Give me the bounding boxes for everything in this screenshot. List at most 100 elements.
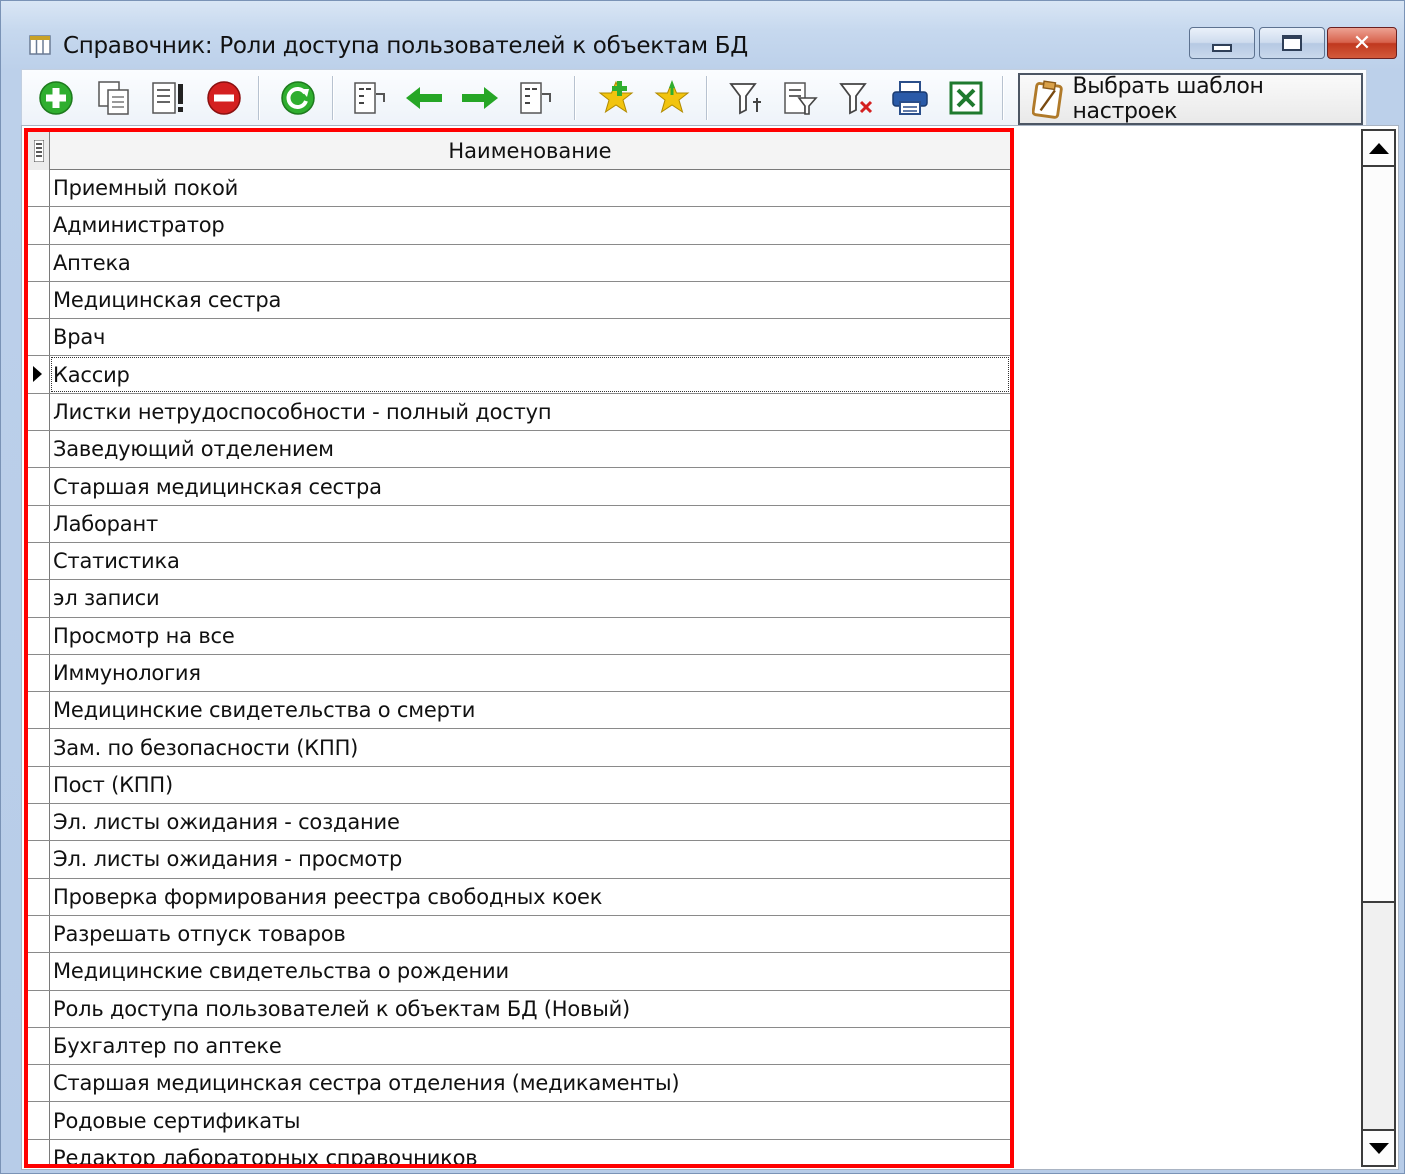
role-name-cell[interactable]: Медицинские свидетельства о смерти [50, 692, 1010, 728]
row-indicator[interactable] [28, 356, 50, 393]
filter-edit-button[interactable] [778, 76, 822, 120]
move-right-list-button[interactable] [514, 76, 558, 120]
role-name-cell[interactable]: Листки нетрудоспособности - полный досту… [50, 394, 1010, 430]
table-row[interactable]: Эл. листы ожидания - просмотр [28, 841, 1010, 879]
arrow-left-button[interactable] [402, 76, 446, 120]
row-indicator[interactable] [28, 617, 50, 654]
role-name-cell[interactable]: Кассир [50, 356, 1010, 392]
print-button[interactable] [888, 76, 932, 120]
table-row[interactable]: Редактор лабораторных справочников [28, 1139, 1010, 1164]
row-indicator[interactable] [28, 878, 50, 915]
table-row[interactable]: Медицинские свидетельства о смерти [28, 692, 1010, 730]
row-indicator[interactable] [28, 505, 50, 542]
row-indicator[interactable] [28, 766, 50, 804]
table-row[interactable]: Приемный покой [28, 170, 1010, 208]
role-name-cell[interactable]: Администратор [50, 207, 1010, 243]
maximize-button[interactable] [1259, 27, 1325, 59]
table-row[interactable]: Аптека [28, 244, 1010, 282]
table-row[interactable]: Зам. по безопасности (КПП) [28, 729, 1010, 767]
scroll-down-button[interactable] [1363, 1129, 1394, 1165]
column-header-name[interactable]: Наименование [50, 132, 1010, 169]
role-name-cell[interactable]: Бухгалтер по аптеке [50, 1028, 1010, 1064]
role-name-cell[interactable]: Просмотр на все [50, 618, 1010, 654]
role-name-cell[interactable]: Редактор лабораторных справочников [50, 1140, 1010, 1164]
role-name-cell[interactable]: Разрешать отпуск товаров [50, 916, 1010, 952]
row-indicator[interactable] [28, 244, 50, 281]
row-indicator[interactable] [28, 915, 50, 953]
table-row[interactable]: Лаборант [28, 505, 1010, 543]
arrow-right-button[interactable] [458, 76, 502, 120]
table-row[interactable]: Эл. листы ожидания - создание [28, 804, 1010, 842]
table-row[interactable]: Статистика [28, 542, 1010, 581]
title-bar[interactable]: Справочник: Роли доступа пользователей к… [1, 1, 1404, 67]
role-name-cell[interactable]: Врач [50, 319, 1010, 355]
role-name-cell[interactable]: Лаборант [50, 506, 1010, 542]
row-indicator[interactable] [28, 729, 50, 766]
role-name-cell[interactable]: Эл. листы ожидания - создание [50, 804, 1010, 840]
delete-button[interactable] [202, 76, 246, 120]
role-name-cell[interactable]: Пост (КПП) [50, 767, 1010, 803]
table-row[interactable]: Роль доступа пользователей к объектам БД… [28, 990, 1010, 1028]
close-button[interactable]: ✕ [1327, 27, 1397, 59]
row-indicator[interactable] [28, 580, 50, 617]
refresh-button[interactable] [276, 76, 320, 120]
role-name-cell[interactable]: Зам. по безопасности (КПП) [50, 729, 1010, 765]
role-name-cell[interactable]: Эл. листы ожидания - просмотр [50, 841, 1010, 877]
table-row[interactable]: Медицинская сестра [28, 281, 1010, 320]
role-name-cell[interactable]: Старшая медицинская сестра отделения (ме… [50, 1065, 1010, 1101]
scroll-up-button[interactable] [1363, 131, 1394, 167]
role-name-cell[interactable]: Проверка формирования реестра свободных … [50, 879, 1010, 915]
scrollbar-thumb[interactable] [1363, 167, 1394, 903]
role-name-cell[interactable]: Приемный покой [50, 170, 1010, 206]
table-row[interactable]: Старшая медицинская сестра [28, 468, 1010, 506]
row-indicator[interactable] [28, 1139, 50, 1164]
table-row[interactable]: Проверка формирования реестра свободных … [28, 878, 1010, 916]
row-indicator[interactable] [28, 542, 50, 580]
table-row[interactable]: Пост (КПП) [28, 766, 1010, 805]
row-indicator[interactable] [28, 654, 50, 692]
row-indicator[interactable] [28, 468, 50, 505]
table-row[interactable]: Кассир [28, 356, 1010, 394]
role-name-cell[interactable]: Статистика [50, 543, 1010, 579]
filter-button[interactable] [724, 76, 768, 120]
excel-export-button[interactable] [944, 76, 988, 120]
row-indicator[interactable] [28, 804, 50, 841]
table-row[interactable]: Родовые сертификаты [28, 1102, 1010, 1140]
select-settings-template-button[interactable]: Выбрать шаблон настроек [1018, 73, 1363, 125]
row-indicator[interactable] [28, 319, 50, 356]
row-indicator[interactable] [28, 841, 50, 878]
minimize-button[interactable] [1189, 27, 1255, 59]
table-row[interactable]: Листки нетрудоспособности - полный досту… [28, 393, 1010, 432]
favorites-button[interactable] [650, 76, 694, 120]
role-name-cell[interactable]: Медицинские свидетельства о рождении [50, 953, 1010, 989]
row-indicator[interactable] [28, 1027, 50, 1065]
table-row[interactable]: Медицинские свидетельства о рождении [28, 953, 1010, 991]
move-left-list-button[interactable] [348, 76, 392, 120]
row-indicator[interactable] [28, 207, 50, 244]
table-row[interactable]: Заведующий отделением [28, 431, 1010, 469]
table-row[interactable]: Врач [28, 319, 1010, 357]
role-name-cell[interactable]: Иммунология [50, 655, 1010, 691]
vertical-scrollbar[interactable] [1361, 129, 1396, 1167]
column-chooser-button[interactable] [28, 132, 50, 170]
row-indicator[interactable] [28, 170, 50, 207]
role-name-cell[interactable]: Роль доступа пользователей к объектам БД… [50, 991, 1010, 1027]
table-row[interactable]: Иммунология [28, 654, 1010, 693]
role-name-cell[interactable]: Медицинская сестра [50, 282, 1010, 318]
role-name-cell[interactable]: Заведующий отделением [50, 431, 1010, 467]
role-name-cell[interactable]: Аптека [50, 245, 1010, 281]
row-indicator[interactable] [28, 431, 50, 468]
filter-clear-button[interactable] [834, 76, 878, 120]
role-name-cell[interactable]: Старшая медицинская сестра [50, 468, 1010, 504]
row-indicator[interactable] [28, 990, 50, 1027]
table-row[interactable]: Старшая медицинская сестра отделения (ме… [28, 1065, 1010, 1103]
table-row[interactable]: эл записи [28, 580, 1010, 618]
table-row[interactable]: Администратор [28, 207, 1010, 245]
edit-button[interactable] [146, 76, 190, 120]
table-row[interactable]: Бухгалтер по аптеке [28, 1027, 1010, 1066]
add-button[interactable] [34, 76, 78, 120]
role-name-cell[interactable]: Родовые сертификаты [50, 1102, 1010, 1138]
table-row[interactable]: Разрешать отпуск товаров [28, 915, 1010, 954]
copy-button[interactable] [92, 76, 136, 120]
row-indicator[interactable] [28, 281, 50, 319]
